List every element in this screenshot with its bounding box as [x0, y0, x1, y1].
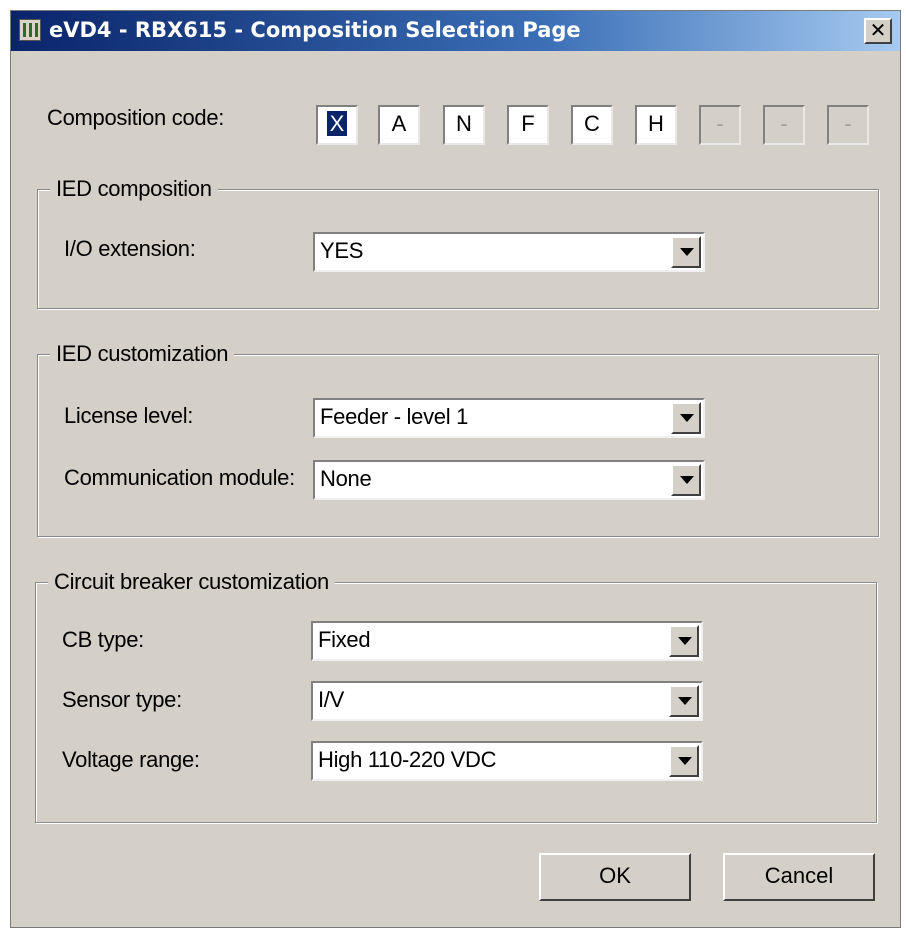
- io-extension-dropdown[interactable]: YES: [313, 232, 705, 272]
- voltage-range-label: Voltage range:: [62, 747, 200, 772]
- composition-code-field-7: -: [699, 105, 741, 145]
- composition-code-field-3[interactable]: N: [443, 105, 485, 145]
- window-title: eVD4 - RBX615 - Composition Selection Pa…: [49, 18, 581, 42]
- app-icon: [19, 19, 41, 41]
- io-extension-value: YES: [320, 238, 364, 263]
- communication-module-value: None: [320, 466, 372, 491]
- cb-type-dropdown[interactable]: Fixed: [311, 621, 703, 661]
- cb-type-label: CB type:: [62, 627, 144, 652]
- sensor-type-label: Sensor type:: [62, 687, 182, 712]
- ied-customization-group: IED customization License level: Feeder …: [37, 341, 879, 537]
- chevron-down-icon[interactable]: [671, 464, 701, 496]
- composition-selection-window: eVD4 - RBX615 - Composition Selection Pa…: [10, 10, 901, 928]
- composition-code-field-8: -: [763, 105, 805, 145]
- chevron-down-icon[interactable]: [669, 745, 699, 777]
- composition-code-label: Composition code:: [47, 105, 225, 130]
- chevron-down-icon[interactable]: [669, 685, 699, 717]
- cb-type-value: Fixed: [318, 627, 371, 652]
- chevron-down-icon[interactable]: [669, 625, 699, 657]
- communication-module-dropdown[interactable]: None: [313, 460, 705, 500]
- sensor-type-value: I/V: [318, 687, 344, 712]
- composition-code-field-1[interactable]: X: [316, 105, 358, 145]
- license-level-dropdown[interactable]: Feeder - level 1: [313, 398, 705, 438]
- chevron-down-icon[interactable]: [671, 236, 701, 268]
- ied-composition-legend: IED composition: [50, 176, 218, 202]
- io-extension-label: I/O extension:: [64, 236, 196, 261]
- title-bar[interactable]: eVD4 - RBX615 - Composition Selection Pa…: [11, 11, 900, 51]
- ok-button[interactable]: OK: [539, 853, 691, 901]
- composition-code-field-4[interactable]: F: [507, 105, 549, 145]
- composition-code-field-2[interactable]: A: [378, 105, 420, 145]
- composition-code-field-9: -: [827, 105, 869, 145]
- voltage-range-value: High 110-220 VDC: [318, 747, 497, 772]
- sensor-type-dropdown[interactable]: I/V: [311, 681, 703, 721]
- license-level-value: Feeder - level 1: [320, 404, 469, 429]
- license-level-label: License level:: [64, 403, 194, 428]
- composition-code-field-5[interactable]: C: [571, 105, 613, 145]
- ied-composition-group: IED composition I/O extension: YES: [37, 176, 879, 309]
- communication-module-label: Communication module:: [64, 465, 295, 490]
- cb-customization-group: Circuit breaker customization CB type: F…: [35, 569, 877, 823]
- chevron-down-icon[interactable]: [671, 402, 701, 434]
- voltage-range-dropdown[interactable]: High 110-220 VDC: [311, 741, 703, 781]
- close-icon[interactable]: ✕: [864, 18, 892, 44]
- composition-code-field-6[interactable]: H: [635, 105, 677, 145]
- cancel-button[interactable]: Cancel: [723, 853, 875, 901]
- cb-customization-legend: Circuit breaker customization: [48, 569, 335, 595]
- ied-customization-legend: IED customization: [50, 341, 235, 367]
